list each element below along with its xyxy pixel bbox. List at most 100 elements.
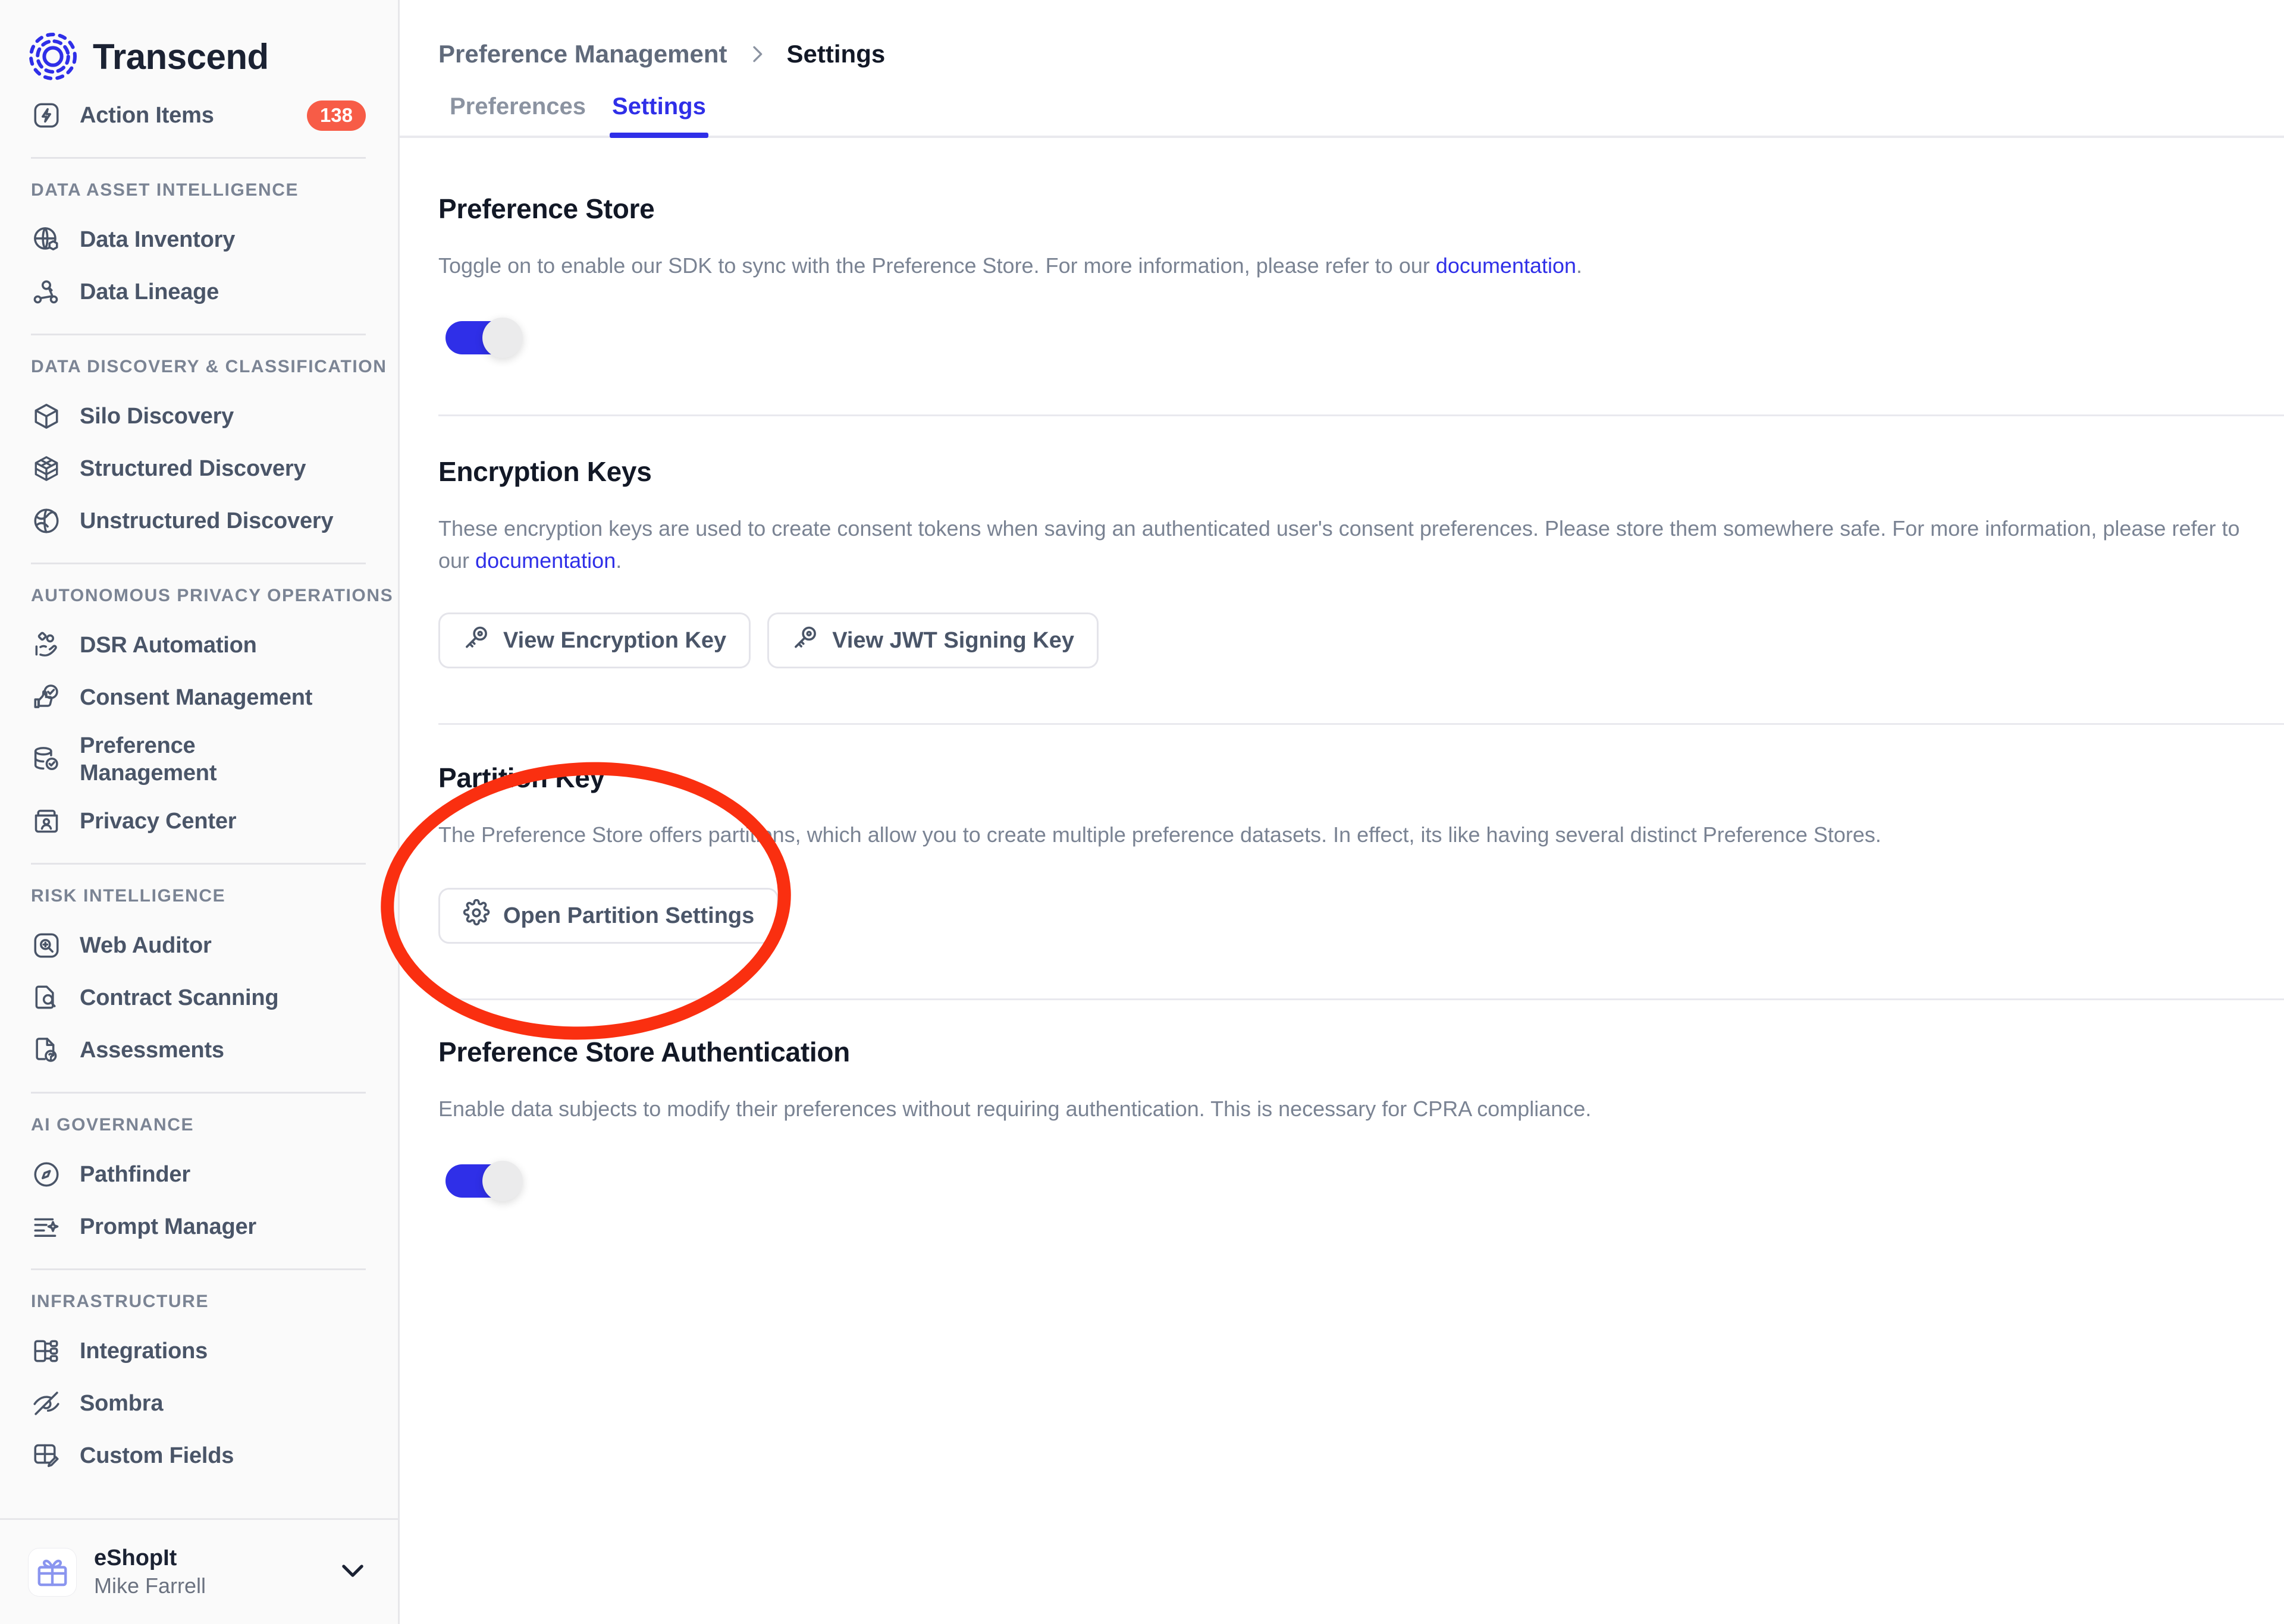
database-check-icon: [31, 744, 62, 775]
sidebar-section-title: DATA ASSET INTELLIGENCE: [31, 180, 299, 200]
breadcrumb-current: Settings: [786, 40, 886, 68]
sidebar-item-privacy-center[interactable]: Privacy Center: [0, 795, 398, 847]
globe-cube-icon: [31, 224, 62, 255]
sidebar-item-sombra[interactable]: Sombra: [0, 1377, 398, 1430]
compass-icon: [31, 1159, 62, 1190]
sidebar-item-label: Data Lineage: [80, 279, 219, 304]
breadcrumb: Preference Management Settings: [400, 0, 2284, 71]
sidebar-item-label: Privacy Center: [80, 808, 237, 834]
sidebar-item-data-lineage[interactable]: Data Lineage: [0, 266, 398, 318]
description-text: Toggle on to enable our SDK to sync with…: [438, 253, 1436, 278]
sidebar-item-integrations[interactable]: Integrations: [0, 1325, 398, 1377]
sidebar-item-label: Data Inventory: [80, 227, 236, 252]
button-label: Open Partition Settings: [503, 903, 755, 928]
sidebar-item-structured-discovery[interactable]: Structured Discovery: [0, 442, 398, 495]
sidebar-item-silo-discovery[interactable]: Silo Discovery: [0, 390, 398, 442]
id-card-icon: [31, 806, 62, 837]
sidebar-item-label: Unstructured Discovery: [80, 508, 334, 533]
sidebar-section-title: AI GOVERNANCE: [31, 1115, 194, 1135]
gear-icon: [463, 899, 490, 932]
lines-sparkle-icon: [31, 1211, 62, 1242]
sidebar-item-consent-management[interactable]: Consent Management: [0, 671, 398, 724]
action-items-badge: 138: [306, 100, 366, 131]
user-name: Mike Farrell: [94, 1573, 206, 1598]
sidebar-item-pathfinder[interactable]: Pathfinder: [0, 1148, 398, 1201]
divider: [31, 334, 366, 335]
eye-off-icon: [31, 1388, 62, 1419]
tab-settings[interactable]: Settings: [599, 93, 719, 138]
section-description: These encryption keys are used to create…: [438, 513, 2258, 577]
section-encryption-keys: Encryption Keys These encryption keys ar…: [400, 416, 2284, 668]
sidebar-item-prompt-manager[interactable]: Prompt Manager: [0, 1201, 398, 1253]
brand-name: Transcend: [93, 36, 269, 77]
sidebar-item-label: Web Auditor: [80, 932, 212, 958]
sidebar-item-label: Preference Management: [80, 733, 217, 786]
breadcrumb-parent[interactable]: Preference Management: [438, 40, 727, 68]
sidebar-item-label: Sombra: [80, 1390, 164, 1416]
sidebar-section-title: RISK INTELLIGENCE: [31, 886, 226, 906]
sidebar-section-title: AUTONOMOUS PRIVACY OPERATIONS: [31, 586, 394, 605]
divider: [31, 863, 366, 865]
org-info: eShopIt Mike Farrell: [94, 1546, 206, 1598]
grid-pencil-icon: [31, 1440, 62, 1471]
brand[interactable]: Transcend: [0, 0, 398, 89]
section-description: Toggle on to enable our SDK to sync with…: [438, 250, 2258, 282]
section-partition-key: Partition Key The Preference Store offer…: [400, 725, 2284, 944]
sidebar: Transcend Action Items 138 DATA ASSET IN…: [0, 0, 400, 1624]
sidebar-item-label: DSR Automation: [80, 632, 257, 658]
magnifier-square-icon: [31, 930, 62, 961]
org-switcher[interactable]: eShopIt Mike Farrell: [0, 1518, 398, 1624]
sidebar-item-web-auditor[interactable]: Web Auditor: [0, 919, 398, 972]
globe-scan-icon: [31, 505, 62, 536]
tab-preferences[interactable]: Preferences: [437, 93, 599, 136]
sidebar-item-label: Assessments: [80, 1037, 224, 1063]
documentation-link[interactable]: documentation: [1436, 253, 1576, 278]
preference-store-auth-toggle[interactable]: [445, 1161, 523, 1201]
preference-store-toggle[interactable]: [445, 318, 523, 358]
gift-icon: [29, 1548, 76, 1596]
sidebar-item-assessments[interactable]: Assessments: [0, 1024, 398, 1076]
main-content: Preference Management Settings Preferenc…: [400, 0, 2284, 1624]
sidebar-item-label: Structured Discovery: [80, 456, 306, 481]
section-title: Preference Store Authentication: [438, 1036, 850, 1067]
description-text: These encryption keys are used to create…: [438, 516, 2240, 573]
grid-cube-icon: [31, 453, 62, 484]
org-name: eShopIt: [94, 1546, 177, 1570]
button-label: View Encryption Key: [503, 627, 727, 653]
open-partition-settings-button[interactable]: Open Partition Settings: [438, 888, 779, 944]
lineage-nodes-icon: [31, 277, 62, 307]
description-suffix: .: [616, 548, 622, 573]
divider: [31, 1268, 366, 1270]
section-preference-store-authentication: Preference Store Authentication Enable d…: [400, 1000, 2284, 1201]
sidebar-item-action-items[interactable]: Action Items 138: [0, 89, 398, 142]
sidebar-item-label: Action Items: [80, 102, 214, 128]
section-title: Preference Store: [438, 193, 655, 224]
divider: [31, 157, 366, 159]
sidebar-item-preference-management[interactable]: Preference Management: [0, 724, 398, 795]
section-description: Enable data subjects to modify their pre…: [438, 1097, 1592, 1121]
sidebar-item-label: Silo Discovery: [80, 403, 234, 429]
sidebar-item-contract-scanning[interactable]: Contract Scanning: [0, 972, 398, 1024]
transcend-logo-icon: [27, 31, 79, 82]
encryption-key-buttons: View Encryption Key View JWT Signing Key: [438, 612, 2284, 668]
sidebar-nav: Action Items 138 DATA ASSET INTELLIGENCE…: [0, 89, 398, 1518]
sidebar-item-label: Consent Management: [80, 684, 313, 710]
view-jwt-signing-key-button[interactable]: View JWT Signing Key: [767, 612, 1099, 668]
toggle-knob: [482, 318, 523, 358]
sidebar-item-data-inventory[interactable]: Data Inventory: [0, 213, 398, 266]
sidebar-item-label: Pathfinder: [80, 1161, 190, 1187]
documentation-link[interactable]: documentation: [475, 548, 616, 573]
integrations-icon: [31, 1336, 62, 1367]
sidebar-item-label: Contract Scanning: [80, 985, 279, 1010]
chevron-right-icon: [743, 42, 771, 66]
section-title: Encryption Keys: [438, 456, 652, 487]
sidebar-item-custom-fields[interactable]: Custom Fields: [0, 1430, 398, 1482]
view-encryption-key-button[interactable]: View Encryption Key: [438, 612, 751, 668]
document-question-icon: [31, 1035, 62, 1066]
app-root: Transcend Action Items 138 DATA ASSET IN…: [0, 0, 2284, 1624]
chevron-down-icon[interactable]: [336, 1554, 369, 1590]
sidebar-item-unstructured-discovery[interactable]: Unstructured Discovery: [0, 495, 398, 547]
sidebar-section-title: INFRASTRUCTURE: [31, 1292, 209, 1311]
sidebar-item-dsr-automation[interactable]: DSR Automation: [0, 619, 398, 671]
key-icon: [792, 624, 819, 657]
